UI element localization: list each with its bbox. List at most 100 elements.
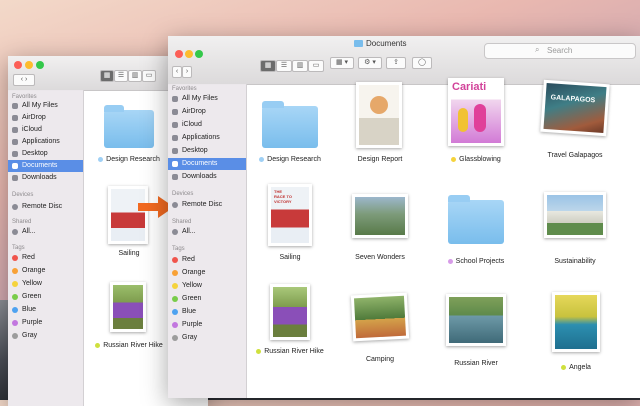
documents-icon: [172, 161, 178, 167]
disc-icon: [12, 204, 18, 210]
yellow-tag-icon: [12, 281, 18, 287]
icon-view-button[interactable]: ▦: [260, 60, 276, 72]
forward-button[interactable]: ›: [182, 66, 192, 78]
green-tag-icon: [172, 296, 178, 302]
blue-tag-dot: [98, 156, 104, 162]
blue-tag-icon: [12, 307, 18, 313]
sidebar-item-remote-disc[interactable]: Remote Disc: [168, 199, 246, 211]
file-item[interactable]: Design Research: [259, 98, 321, 164]
hike-thumbnail: [110, 282, 146, 332]
file-label: Sustainability: [554, 258, 596, 265]
sidebar-item-applications[interactable]: Applications: [168, 132, 246, 144]
file-item[interactable]: Design Research: [98, 102, 160, 172]
yellow-tag-dot: [451, 156, 457, 162]
coverflow-view-button[interactable]: ▭: [142, 70, 156, 82]
coverflow-view-button[interactable]: ▭: [308, 60, 324, 72]
sidebar-tag-blue[interactable]: Blue: [168, 306, 246, 318]
sidebar-item-remote-disc[interactable]: Remote Disc: [8, 201, 83, 213]
file-label: Design Research: [267, 156, 321, 163]
sidebar-item-airdrop[interactable]: AirDrop: [168, 106, 246, 118]
favorites-header: Favorites: [172, 86, 197, 92]
orange-tag-icon: [172, 270, 178, 276]
list-view-button[interactable]: ☰: [276, 60, 292, 72]
search-icon: ⌕: [535, 45, 540, 54]
file-item[interactable]: Sustainability: [542, 190, 608, 268]
sidebar-tag-green[interactable]: Green: [168, 293, 246, 305]
share-button[interactable]: ⇪: [386, 57, 406, 69]
network-icon: [12, 229, 18, 235]
yellow-tag-dot: [256, 348, 262, 354]
sidebar-tag-blue[interactable]: Blue: [8, 304, 83, 316]
all-files-icon: [172, 96, 178, 102]
folder-icon: [104, 105, 154, 148]
cloud-icon: [172, 122, 178, 128]
yellow-tag-dot: [561, 364, 567, 370]
back-nav-button[interactable]: ‹ ›: [13, 74, 35, 86]
file-item[interactable]: Design Report: [350, 80, 410, 164]
sidebar-item-icloud[interactable]: iCloud: [8, 124, 83, 136]
sidebar-tag-gray[interactable]: Gray: [8, 330, 83, 342]
seven-wonders-thumbnail: [352, 194, 408, 238]
sidebar-tag-orange[interactable]: Orange: [8, 265, 83, 277]
blue-tag-icon: [172, 309, 178, 315]
documents-icon: [12, 163, 18, 169]
sidebar-tag-purple[interactable]: Purple: [8, 317, 83, 329]
file-item[interactable]: Camping: [350, 292, 410, 368]
file-item[interactable]: Russian River: [444, 292, 508, 370]
close-button[interactable]: [14, 61, 22, 69]
icon-view-button[interactable]: ▦: [100, 70, 114, 82]
column-view-button[interactable]: ▥: [128, 70, 142, 82]
sidebar-tag-yellow[interactable]: Yellow: [168, 280, 246, 292]
zoom-button[interactable]: [195, 50, 203, 58]
sidebar-tag-green[interactable]: Green: [8, 291, 83, 303]
column-view-button[interactable]: ▥: [292, 60, 308, 72]
file-item[interactable]: Russian River Hike: [95, 280, 163, 360]
sidebar-item-applications[interactable]: Applications: [8, 136, 83, 148]
sidebar-item-icloud[interactable]: iCloud: [168, 119, 246, 131]
file-item[interactable]: Seven Wonders: [350, 192, 410, 266]
list-view-button[interactable]: ☰: [114, 70, 128, 82]
applications-icon: [172, 135, 178, 141]
file-label: Russian River Hike: [103, 342, 163, 349]
sidebar-item-all-shared[interactable]: All...: [168, 226, 246, 238]
tag-button[interactable]: ◯: [412, 57, 432, 69]
search-input[interactable]: ⌕ Search: [484, 43, 636, 59]
red-tag-icon: [172, 257, 178, 263]
minimize-button[interactable]: [25, 61, 33, 69]
sidebar-tag-purple[interactable]: Purple: [168, 319, 246, 331]
file-item[interactable]: Angela: [546, 290, 606, 374]
tags-header: Tags: [12, 245, 25, 251]
file-label: School Projects: [455, 258, 505, 265]
file-item[interactable]: THE RACE TO VICTORY Sailing: [260, 182, 320, 266]
yellow-tag-icon: [172, 283, 178, 289]
close-button[interactable]: [175, 50, 183, 58]
purple-tag-icon: [172, 322, 178, 328]
sidebar-tag-orange[interactable]: Orange: [168, 267, 246, 279]
gray-tag-icon: [12, 333, 18, 339]
sidebar-item-downloads[interactable]: Downloads: [168, 171, 246, 183]
zoom-button[interactable]: [36, 61, 44, 69]
sidebar-item-downloads[interactable]: Downloads: [8, 172, 83, 184]
sidebar-item-airdrop[interactable]: AirDrop: [8, 112, 83, 124]
file-label: Angela: [569, 364, 591, 371]
arrange-button[interactable]: ▦ ▾: [330, 57, 354, 69]
file-item[interactable]: Cariati Glassblowing: [446, 76, 506, 164]
sailing-cover-title: THE RACE TO VICTORY: [274, 189, 292, 204]
back-button[interactable]: ‹: [172, 66, 182, 78]
desktop-icon: [12, 151, 18, 157]
front-titlebar: Documents ‹ › ▦ ☰ ▥ ▭ ▦ ▾ ⚙ ▾ ⇪ ◯ ⌕ Sear…: [168, 36, 640, 85]
action-gear-button[interactable]: ⚙ ▾: [358, 57, 382, 69]
sidebar-item-all-my-files[interactable]: All My Files: [168, 93, 246, 105]
airdrop-icon: [12, 115, 18, 121]
sidebar-item-all-my-files[interactable]: All My Files: [8, 100, 83, 112]
file-label: Russian River Hike: [264, 348, 324, 355]
sidebar-tag-gray[interactable]: Gray: [168, 332, 246, 344]
sidebar-item-all-shared[interactable]: All...: [8, 226, 83, 238]
file-item[interactable]: Russian River Hike: [256, 282, 324, 366]
file-item[interactable]: School Projects: [446, 192, 506, 266]
minimize-button[interactable]: [185, 50, 193, 58]
sidebar-tag-yellow[interactable]: Yellow: [8, 278, 83, 290]
window-title: Documents: [354, 39, 406, 48]
file-item[interactable]: GALAPAGOS Travel Galapagos: [540, 79, 610, 164]
sustainability-thumbnail: [544, 192, 606, 238]
